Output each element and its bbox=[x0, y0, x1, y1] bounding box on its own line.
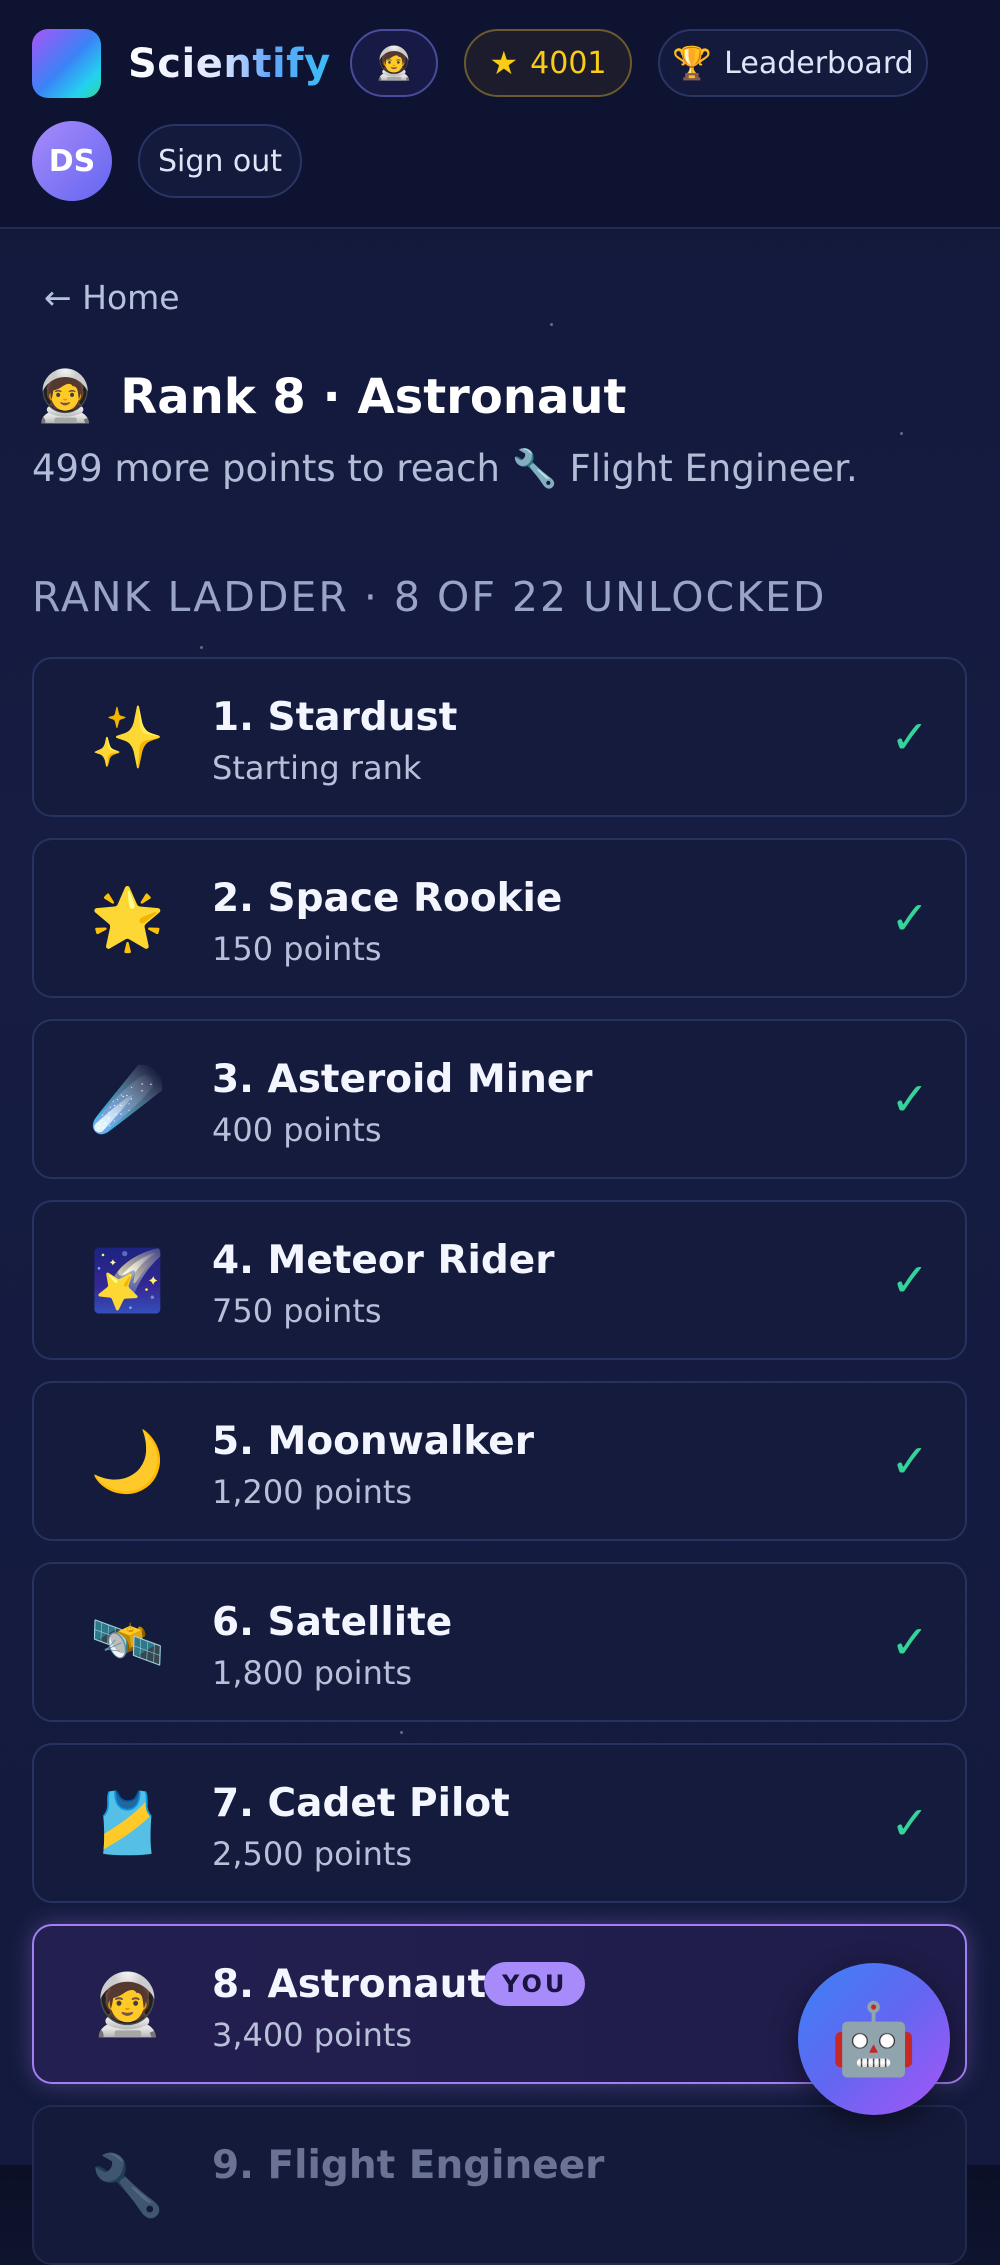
rank-requirement: 750 points bbox=[212, 1292, 382, 1330]
rank-name: 1. Stardust bbox=[212, 695, 458, 740]
back-home-link[interactable]: ← Home bbox=[44, 278, 180, 317]
rank-requirement: 2,500 points bbox=[212, 1835, 413, 1873]
profile-avatar-button[interactable]: 🧑‍🚀 bbox=[350, 29, 438, 97]
rank-requirement: Starting rank bbox=[212, 749, 422, 787]
points-badge[interactable]: ★ 4001 bbox=[464, 29, 632, 97]
sparkles-icon: ✨ bbox=[90, 703, 165, 773]
rank-name: 4. Meteor Rider bbox=[212, 1238, 555, 1283]
rank-card-space-rookie[interactable]: 🌟 2. Space Rookie 150 points ✓ bbox=[32, 838, 967, 998]
shooting-star-icon: 🌠 bbox=[90, 1246, 165, 1316]
points-value: 4001 bbox=[530, 45, 607, 81]
top-nav: Scientify 🧑‍🚀 ★ 4001 🏆 Leaderboard DS Si… bbox=[0, 0, 1000, 229]
rank-name: 8. Astronaut bbox=[212, 1962, 487, 2007]
check-icon: ✓ bbox=[890, 1072, 929, 1126]
app-logo[interactable] bbox=[32, 29, 101, 98]
check-icon: ✓ bbox=[890, 1615, 929, 1669]
leaderboard-label: Leaderboard bbox=[724, 45, 914, 81]
background-star bbox=[550, 323, 553, 326]
rank-card-asteroid-miner[interactable]: ☄️ 3. Asteroid Miner 400 points ✓ bbox=[32, 1019, 967, 1179]
sign-out-button[interactable]: Sign out bbox=[138, 124, 302, 198]
rank-card-flight-engineer[interactable]: 🔧 9. Flight Engineer bbox=[32, 2105, 967, 2265]
rank-requirement: 1,800 points bbox=[212, 1654, 413, 1692]
rank-name: 5. Moonwalker bbox=[212, 1419, 534, 1464]
comet-icon: ☄️ bbox=[90, 1065, 165, 1135]
rank-card-satellite[interactable]: 🛰️ 6. Satellite 1,800 points ✓ bbox=[32, 1562, 967, 1722]
rank-card-stardust[interactable]: ✨ 1. Stardust Starting rank ✓ bbox=[32, 657, 967, 817]
rank-card-moonwalker[interactable]: 🌙 5. Moonwalker 1,200 points ✓ bbox=[32, 1381, 967, 1541]
rank-name: 7. Cadet Pilot bbox=[212, 1781, 510, 1826]
brand-name[interactable]: Scientify bbox=[128, 38, 331, 90]
rank-name: 3. Asteroid Miner bbox=[212, 1057, 593, 1102]
astronaut-icon: 🧑‍🚀 bbox=[374, 44, 414, 82]
current-rank-badge: YOU bbox=[484, 1962, 586, 2006]
background-star bbox=[200, 646, 203, 649]
check-icon: ✓ bbox=[890, 1796, 929, 1850]
astronaut-icon: 🧑‍🚀 bbox=[90, 1970, 165, 2040]
user-avatar[interactable]: DS bbox=[32, 121, 112, 201]
page-title-row: 🧑‍🚀 Rank 8 · Astronaut bbox=[34, 367, 626, 426]
satellite-icon: 🛰️ bbox=[90, 1608, 165, 1678]
page-title: Rank 8 · Astronaut bbox=[120, 368, 627, 425]
rank-card-meteor-rider[interactable]: 🌠 4. Meteor Rider 750 points ✓ bbox=[32, 1200, 967, 1360]
rank-requirement: 150 points bbox=[212, 930, 382, 968]
rank-requirement: 1,200 points bbox=[212, 1473, 413, 1511]
wrench-icon: 🔧 bbox=[90, 2151, 165, 2221]
background-star bbox=[900, 432, 903, 435]
assistant-robot-button[interactable]: 🤖 bbox=[798, 1963, 950, 2115]
glowing-star-icon: 🌟 bbox=[90, 884, 165, 954]
rank-card-cadet-pilot[interactable]: 🎽 7. Cadet Pilot 2,500 points ✓ bbox=[32, 1743, 967, 1903]
rank-ladder-heading: RANK LADDER · 8 OF 22 UNLOCKED bbox=[32, 573, 827, 621]
running-shirt-icon: 🎽 bbox=[90, 1789, 165, 1859]
leaderboard-button[interactable]: 🏆 Leaderboard bbox=[658, 29, 928, 97]
check-icon: ✓ bbox=[890, 1434, 929, 1488]
check-icon: ✓ bbox=[890, 891, 929, 945]
crescent-moon-icon: 🌙 bbox=[90, 1427, 165, 1497]
rank-name: 9. Flight Engineer bbox=[212, 2143, 605, 2188]
progress-subtitle: 499 more points to reach 🔧 Flight Engine… bbox=[32, 447, 858, 490]
robot-icon: 🤖 bbox=[830, 1997, 918, 2080]
star-icon: ★ bbox=[489, 44, 519, 82]
astronaut-icon: 🧑‍🚀 bbox=[34, 367, 97, 425]
check-icon: ✓ bbox=[890, 710, 929, 764]
rank-requirement: 3,400 points bbox=[212, 2016, 413, 2054]
sign-out-label: Sign out bbox=[157, 143, 283, 179]
rank-name: 6. Satellite bbox=[212, 1600, 453, 1645]
background-star bbox=[400, 1731, 403, 1734]
check-icon: ✓ bbox=[890, 1253, 929, 1307]
rank-requirement: 400 points bbox=[212, 1111, 382, 1149]
rank-name: 2. Space Rookie bbox=[212, 876, 563, 921]
trophy-icon: 🏆 bbox=[672, 44, 713, 82]
